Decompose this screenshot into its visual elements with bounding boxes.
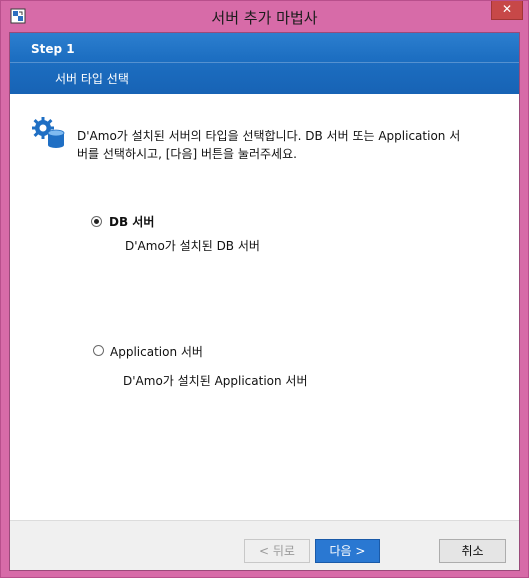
title-bar[interactable]: 서버 추가 마법사 ✕ xyxy=(1,1,528,32)
close-button[interactable]: ✕ xyxy=(491,1,523,20)
application-server-label[interactable]: Application 서버 xyxy=(110,343,203,360)
step-title: Step 1 xyxy=(31,42,75,56)
db-server-radio[interactable] xyxy=(91,216,102,227)
instruction-line-1: D'Amo가 설치된 서버의 타입을 선택합니다. DB 서버 또는 Appli… xyxy=(77,129,461,143)
db-server-description: D'Amo가 설치된 DB 서버 xyxy=(125,239,260,253)
back-button[interactable]: < 뒤로 xyxy=(244,539,310,563)
wizard-window: 서버 추가 마법사 ✕ Step 1 서버 타입 선택 D'Amo가 설치된 서… xyxy=(0,0,529,578)
step-header: Step 1 서버 타입 선택 xyxy=(10,33,519,94)
db-server-label[interactable]: DB 서버 xyxy=(109,213,154,230)
header-divider xyxy=(10,62,519,63)
cancel-button[interactable]: 취소 xyxy=(439,539,506,563)
step-subtitle: 서버 타입 선택 xyxy=(55,72,129,86)
application-server-radio[interactable] xyxy=(93,345,104,356)
instruction-line-2: 버를 선택하시고, [다음] 버튼을 눌러주세요. xyxy=(77,147,297,161)
server-settings-icon xyxy=(32,117,65,148)
application-server-description: D'Amo가 설치된 Application 서버 xyxy=(123,374,308,388)
window-title: 서버 추가 마법사 xyxy=(211,9,318,27)
wizard-content: Step 1 서버 타입 선택 D'Amo가 설치된 서버의 타입을 선택합니다… xyxy=(9,32,520,571)
button-bar: < 뒤로 다음 > 취소 xyxy=(10,520,519,570)
next-button[interactable]: 다음 > xyxy=(315,539,380,563)
instruction-text: D'Amo가 설치된 서버의 타입을 선택합니다. DB 서버 또는 Appli… xyxy=(77,127,497,163)
